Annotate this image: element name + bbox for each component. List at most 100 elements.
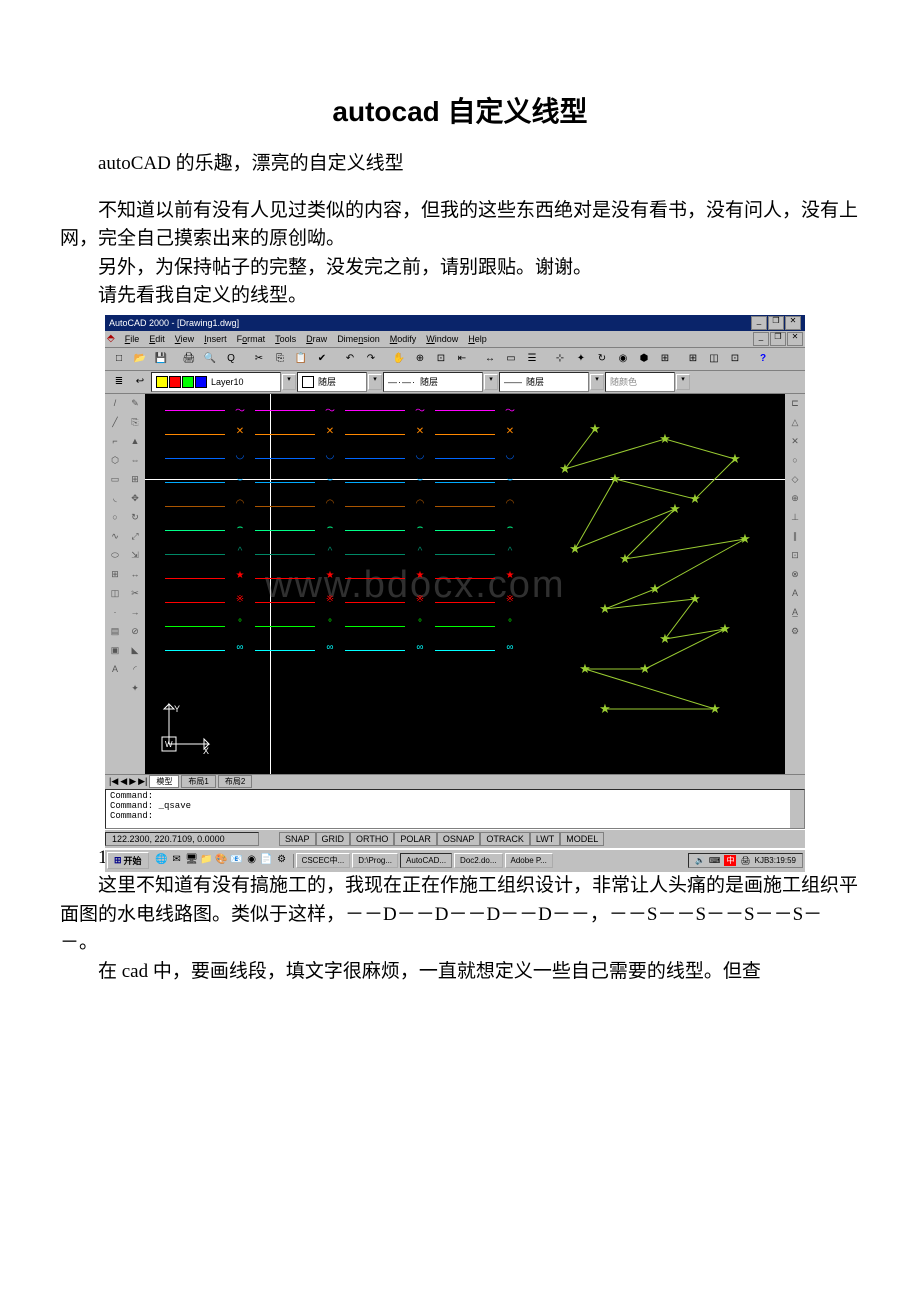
render-icon[interactable]: ⬢ bbox=[634, 349, 654, 369]
snap-cen-icon[interactable]: ○ bbox=[786, 452, 804, 470]
menu-draw[interactable]: Draw bbox=[306, 334, 327, 344]
rectangle-icon[interactable]: ▭ bbox=[106, 471, 124, 489]
lengthen-icon[interactable]: ↔ bbox=[126, 566, 144, 584]
tab-layout1[interactable]: 布局1 bbox=[181, 775, 215, 788]
dbconnect-icon[interactable]: ⊞ bbox=[683, 349, 703, 369]
menu-modify[interactable]: Modify bbox=[390, 334, 417, 344]
zoom-prev-icon[interactable]: ⇤ bbox=[452, 349, 472, 369]
tab-nav-last-icon[interactable]: ▶| bbox=[138, 776, 147, 787]
snap-end-icon[interactable]: ⊏ bbox=[786, 395, 804, 413]
preview-icon[interactable]: 🔍 bbox=[200, 349, 220, 369]
fillet-icon[interactable]: ◜ bbox=[126, 661, 144, 679]
snap-qua-icon[interactable]: ◇ bbox=[786, 471, 804, 489]
ql-icon[interactable]: 🌐 bbox=[155, 854, 169, 868]
status-toggle-osnap[interactable]: OSNAP bbox=[437, 832, 481, 846]
mdi-close-icon[interactable]: ✕ bbox=[787, 332, 803, 346]
array-icon[interactable]: ⊞ bbox=[126, 471, 144, 489]
cut-icon[interactable]: ✂ bbox=[249, 349, 269, 369]
nav-icon[interactable]: ✦ bbox=[571, 349, 591, 369]
mirror-icon[interactable]: ▲ bbox=[126, 433, 144, 451]
dropdown-arrow-icon[interactable]: ▾ bbox=[676, 374, 690, 390]
lineweight-dropdown[interactable]: —— 随层 bbox=[499, 372, 589, 392]
paste-icon[interactable]: 📋 bbox=[291, 349, 311, 369]
find-icon[interactable]: Q bbox=[221, 349, 241, 369]
ql-icon[interactable]: 🎨 bbox=[215, 854, 229, 868]
list-icon[interactable]: ☰ bbox=[522, 349, 542, 369]
snap-tan-icon[interactable]: ⊕ bbox=[786, 490, 804, 508]
taskbar-item[interactable]: Adobe P... bbox=[505, 853, 553, 868]
layer-dropdown[interactable]: Layer10 bbox=[151, 372, 281, 392]
scale-icon[interactable]: ⤢ bbox=[126, 528, 144, 546]
ql-icon[interactable]: 📄 bbox=[260, 854, 274, 868]
scrollbar[interactable] bbox=[790, 790, 804, 828]
trim-icon[interactable]: ✂ bbox=[126, 585, 144, 603]
insert-icon[interactable]: ⊞ bbox=[106, 566, 124, 584]
tab-model[interactable]: 模型 bbox=[149, 775, 179, 788]
status-toggle-lwt[interactable]: LWT bbox=[530, 832, 560, 846]
block-icon[interactable]: ◫ bbox=[106, 585, 124, 603]
point-icon[interactable]: · bbox=[106, 604, 124, 622]
plotstyle-dropdown[interactable]: 随颜色 bbox=[605, 372, 675, 392]
minimize-icon[interactable]: _ bbox=[751, 316, 767, 330]
erase-icon[interactable]: ✎ bbox=[126, 395, 144, 413]
ucs-icon[interactable]: ⊹ bbox=[550, 349, 570, 369]
print-icon[interactable]: 🖨 bbox=[179, 349, 199, 369]
spline-icon[interactable]: ∿ bbox=[106, 528, 124, 546]
menu-dimension[interactable]: Dimension bbox=[337, 334, 380, 344]
status-toggle-polar[interactable]: POLAR bbox=[394, 832, 437, 846]
tray-icon[interactable]: ⌨ bbox=[709, 856, 721, 865]
maximize-icon[interactable]: ❐ bbox=[768, 316, 784, 330]
close-icon[interactable]: ✕ bbox=[785, 316, 801, 330]
menu-help[interactable]: Help bbox=[468, 334, 487, 344]
status-toggle-ortho[interactable]: ORTHO bbox=[350, 832, 394, 846]
break-icon[interactable]: ⊘ bbox=[126, 623, 144, 641]
explode-icon[interactable]: ✦ bbox=[126, 680, 144, 698]
zoom-rt-icon[interactable]: ⊕ bbox=[410, 349, 430, 369]
snap-int-icon[interactable]: ✕ bbox=[786, 433, 804, 451]
ql-icon[interactable]: ⚙ bbox=[275, 854, 289, 868]
status-toggle-grid[interactable]: GRID bbox=[316, 832, 351, 846]
pan-icon[interactable]: ✋ bbox=[389, 349, 409, 369]
menu-window[interactable]: Window bbox=[426, 334, 458, 344]
taskbar-item[interactable]: CSCEC中... bbox=[296, 853, 351, 868]
drawing-area[interactable]: www.bdocx.com ～～～～✕✕✕✕◡◡◡◡⌣⌣⌣⌣◠◠◠◠⌢⌢⌢⌢^^… bbox=[145, 394, 785, 774]
dropdown-arrow-icon[interactable]: ▾ bbox=[484, 374, 498, 390]
dropdown-arrow-icon[interactable]: ▾ bbox=[590, 374, 604, 390]
snap-nod-icon[interactable]: ⊗ bbox=[786, 566, 804, 584]
tray-icon[interactable]: 中 bbox=[724, 855, 736, 866]
mdi-maximize-icon[interactable]: ❐ bbox=[770, 332, 786, 346]
linetype-dropdown[interactable]: —·—· 随层 bbox=[383, 372, 483, 392]
taskbar-item[interactable]: Doc2.do... bbox=[454, 853, 502, 868]
taskbar-item[interactable]: AutoCAD... bbox=[400, 853, 452, 868]
tab-nav-next-icon[interactable]: ▶ bbox=[129, 776, 136, 787]
line-icon[interactable]: / bbox=[106, 395, 124, 413]
help-icon[interactable]: ? bbox=[753, 349, 773, 369]
toolbar-icon[interactable]: ⊡ bbox=[725, 349, 745, 369]
extend-icon[interactable]: → bbox=[126, 604, 144, 622]
text-icon[interactable]: A bbox=[106, 661, 124, 679]
dist-icon[interactable]: ↔ bbox=[480, 349, 500, 369]
snap-ins-icon[interactable]: ⊡ bbox=[786, 547, 804, 565]
ql-icon[interactable]: ✉ bbox=[170, 854, 184, 868]
rotate-icon[interactable]: ↻ bbox=[126, 509, 144, 527]
status-toggle-model[interactable]: MODEL bbox=[560, 832, 604, 846]
menu-format[interactable]: Format bbox=[237, 334, 266, 344]
undo-icon[interactable]: ↶ bbox=[340, 349, 360, 369]
ql-icon[interactable]: 🖥 bbox=[185, 854, 199, 868]
menu-edit[interactable]: Edit bbox=[149, 334, 165, 344]
menu-view[interactable]: View bbox=[175, 334, 194, 344]
tab-nav-prev-icon[interactable]: ◀ bbox=[120, 776, 127, 787]
polygon-icon[interactable]: ⬡ bbox=[106, 452, 124, 470]
menu-file[interactable]: File bbox=[125, 334, 140, 344]
ql-icon[interactable]: 📧 bbox=[230, 854, 244, 868]
dropdown-arrow-icon[interactable]: ▾ bbox=[368, 374, 382, 390]
snap-par-icon[interactable]: ∥ bbox=[786, 528, 804, 546]
new-icon[interactable]: □ bbox=[109, 349, 129, 369]
circle-icon[interactable]: ○ bbox=[106, 509, 124, 527]
save-icon[interactable]: 💾 bbox=[151, 349, 171, 369]
open-icon[interactable]: 📂 bbox=[130, 349, 150, 369]
match-icon[interactable]: ✔ bbox=[312, 349, 332, 369]
region-icon[interactable]: ▣ bbox=[106, 642, 124, 660]
status-toggle-snap[interactable]: SNAP bbox=[279, 832, 316, 846]
move-icon[interactable]: ✥ bbox=[126, 490, 144, 508]
